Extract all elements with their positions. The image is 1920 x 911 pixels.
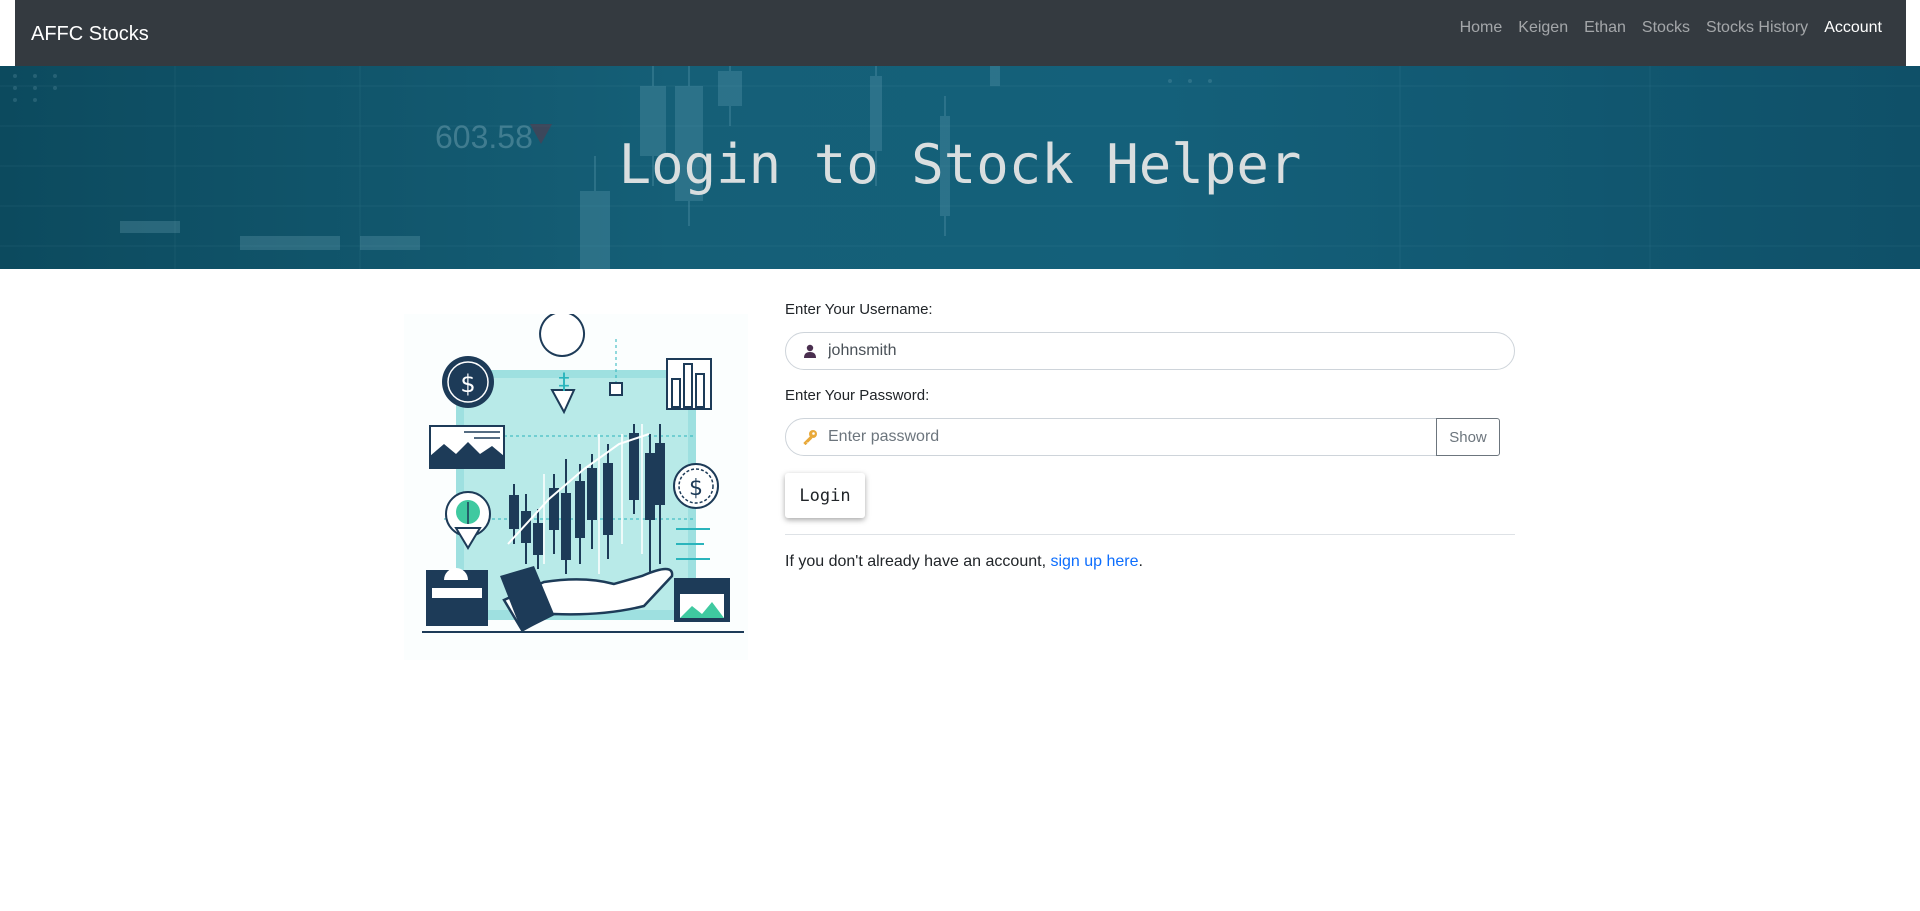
stock-growth-illustration: $ ‡ $ (404, 314, 748, 660)
hero-banner: 603.58 Login to Stock Helper (0, 66, 1920, 269)
nav-links: Home Keigen Ethan Stocks Stocks History … (1452, 19, 1890, 37)
key-icon (802, 429, 818, 445)
login-form: Enter Your Username: Enter Your Password… (785, 301, 1515, 587)
nav-link-ethan[interactable]: Ethan (1576, 19, 1634, 37)
login-button[interactable]: Login (785, 473, 865, 518)
page-title: Login to Stock Helper (618, 133, 1302, 196)
username-input[interactable] (826, 341, 1514, 361)
divider (785, 534, 1515, 535)
top-navbar: AFFC Stocks Home Keigen Ethan Stocks Sto… (15, 0, 1906, 66)
password-row: Show (785, 418, 1515, 456)
password-input[interactable] (826, 427, 1436, 447)
svg-text:$: $ (689, 476, 703, 501)
user-icon (802, 343, 818, 359)
signup-prompt: If you don't already have an account, si… (785, 553, 1515, 571)
username-label: Enter Your Username: (785, 301, 933, 318)
svg-text:$: $ (460, 370, 475, 398)
nav-link-home[interactable]: Home (1452, 19, 1511, 37)
nav-link-keigen[interactable]: Keigen (1510, 19, 1576, 37)
nav-link-stocks[interactable]: Stocks (1634, 19, 1698, 37)
password-label: Enter Your Password: (785, 387, 930, 404)
username-field[interactable] (785, 332, 1515, 370)
brand-link[interactable]: AFFC Stocks (31, 23, 149, 46)
nav-link-account[interactable]: Account (1816, 19, 1890, 37)
show-password-button[interactable]: Show (1436, 418, 1500, 456)
signup-link[interactable]: sign up here (1050, 553, 1138, 570)
password-field[interactable] (785, 418, 1437, 456)
signup-prefix: If you don't already have an account, (785, 553, 1051, 570)
nav-link-stocks-history[interactable]: Stocks History (1698, 19, 1816, 37)
svg-text:‡: ‡ (559, 370, 570, 395)
signup-suffix: . (1138, 553, 1143, 570)
